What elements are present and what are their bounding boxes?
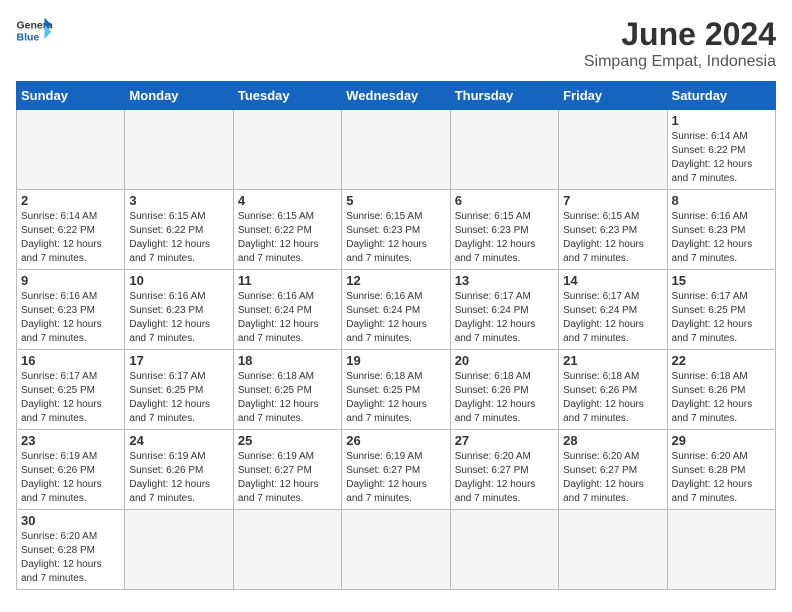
day-15: 15 Sunrise: 6:17 AMSunset: 6:25 PMDaylig… bbox=[667, 270, 775, 350]
week-row-4: 16 Sunrise: 6:17 AMSunset: 6:25 PMDaylig… bbox=[17, 350, 776, 430]
weekday-header-row: Sunday Monday Tuesday Wednesday Thursday… bbox=[17, 82, 776, 110]
day-21: 21 Sunrise: 6:18 AMSunset: 6:26 PMDaylig… bbox=[559, 350, 667, 430]
svg-text:Blue: Blue bbox=[17, 32, 40, 44]
location-title: Simpang Empat, Indonesia bbox=[584, 53, 776, 71]
week-row-6: 30 Sunrise: 6:20 AMSunset: 6:28 PMDaylig… bbox=[17, 510, 776, 590]
day-11: 11 Sunrise: 6:16 AMSunset: 6:24 PMDaylig… bbox=[233, 270, 341, 350]
day-2: 2 Sunrise: 6:14 AMSunset: 6:22 PMDayligh… bbox=[17, 190, 125, 270]
title-area: June 2024 Simpang Empat, Indonesia bbox=[584, 16, 776, 71]
header-thursday: Thursday bbox=[450, 82, 558, 110]
empty-cell bbox=[667, 510, 775, 590]
empty-cell bbox=[559, 110, 667, 190]
day-13: 13 Sunrise: 6:17 AMSunset: 6:24 PMDaylig… bbox=[450, 270, 558, 350]
empty-cell bbox=[125, 110, 233, 190]
day-23: 23 Sunrise: 6:19 AMSunset: 6:26 PMDaylig… bbox=[17, 430, 125, 510]
day-6: 6 Sunrise: 6:15 AMSunset: 6:23 PMDayligh… bbox=[450, 190, 558, 270]
empty-cell bbox=[559, 510, 667, 590]
day-25: 25 Sunrise: 6:19 AMSunset: 6:27 PMDaylig… bbox=[233, 430, 341, 510]
header-tuesday: Tuesday bbox=[233, 82, 341, 110]
day-14: 14 Sunrise: 6:17 AMSunset: 6:24 PMDaylig… bbox=[559, 270, 667, 350]
header-monday: Monday bbox=[125, 82, 233, 110]
day-9: 9 Sunrise: 6:16 AMSunset: 6:23 PMDayligh… bbox=[17, 270, 125, 350]
empty-cell bbox=[17, 110, 125, 190]
day-30: 30 Sunrise: 6:20 AMSunset: 6:28 PMDaylig… bbox=[17, 510, 125, 590]
day-7: 7 Sunrise: 6:15 AMSunset: 6:23 PMDayligh… bbox=[559, 190, 667, 270]
week-row-3: 9 Sunrise: 6:16 AMSunset: 6:23 PMDayligh… bbox=[17, 270, 776, 350]
day-22: 22 Sunrise: 6:18 AMSunset: 6:26 PMDaylig… bbox=[667, 350, 775, 430]
calendar-header: General Blue June 2024 Simpang Empat, In… bbox=[16, 16, 776, 71]
empty-cell bbox=[342, 110, 450, 190]
day-5: 5 Sunrise: 6:15 AMSunset: 6:23 PMDayligh… bbox=[342, 190, 450, 270]
empty-cell bbox=[450, 510, 558, 590]
week-row-2: 2 Sunrise: 6:14 AMSunset: 6:22 PMDayligh… bbox=[17, 190, 776, 270]
month-title: June 2024 bbox=[584, 16, 776, 53]
header-saturday: Saturday bbox=[667, 82, 775, 110]
day-3: 3 Sunrise: 6:15 AMSunset: 6:22 PMDayligh… bbox=[125, 190, 233, 270]
day-28: 28 Sunrise: 6:20 AMSunset: 6:27 PMDaylig… bbox=[559, 430, 667, 510]
day-19: 19 Sunrise: 6:18 AMSunset: 6:25 PMDaylig… bbox=[342, 350, 450, 430]
empty-cell bbox=[125, 510, 233, 590]
week-row-5: 23 Sunrise: 6:19 AMSunset: 6:26 PMDaylig… bbox=[17, 430, 776, 510]
week-row-1: 1 Sunrise: 6:14 AM Sunset: 6:22 PM Dayli… bbox=[17, 110, 776, 190]
day-18: 18 Sunrise: 6:18 AMSunset: 6:25 PMDaylig… bbox=[233, 350, 341, 430]
day-26: 26 Sunrise: 6:19 AMSunset: 6:27 PMDaylig… bbox=[342, 430, 450, 510]
day-12: 12 Sunrise: 6:16 AMSunset: 6:24 PMDaylig… bbox=[342, 270, 450, 350]
empty-cell bbox=[233, 110, 341, 190]
day-20: 20 Sunrise: 6:18 AMSunset: 6:26 PMDaylig… bbox=[450, 350, 558, 430]
empty-cell bbox=[450, 110, 558, 190]
day-16: 16 Sunrise: 6:17 AMSunset: 6:25 PMDaylig… bbox=[17, 350, 125, 430]
day-10: 10 Sunrise: 6:16 AMSunset: 6:23 PMDaylig… bbox=[125, 270, 233, 350]
logo-icon: General Blue bbox=[16, 16, 52, 44]
header-friday: Friday bbox=[559, 82, 667, 110]
header-wednesday: Wednesday bbox=[342, 82, 450, 110]
empty-cell bbox=[233, 510, 341, 590]
day-8: 8 Sunrise: 6:16 AMSunset: 6:23 PMDayligh… bbox=[667, 190, 775, 270]
day-24: 24 Sunrise: 6:19 AMSunset: 6:26 PMDaylig… bbox=[125, 430, 233, 510]
day-17: 17 Sunrise: 6:17 AMSunset: 6:25 PMDaylig… bbox=[125, 350, 233, 430]
day-1: 1 Sunrise: 6:14 AM Sunset: 6:22 PM Dayli… bbox=[667, 110, 775, 190]
logo: General Blue bbox=[16, 16, 52, 44]
day-27: 27 Sunrise: 6:20 AMSunset: 6:27 PMDaylig… bbox=[450, 430, 558, 510]
day-29: 29 Sunrise: 6:20 AMSunset: 6:28 PMDaylig… bbox=[667, 430, 775, 510]
calendar-table: Sunday Monday Tuesday Wednesday Thursday… bbox=[16, 81, 776, 590]
empty-cell bbox=[342, 510, 450, 590]
day-4: 4 Sunrise: 6:15 AMSunset: 6:22 PMDayligh… bbox=[233, 190, 341, 270]
header-sunday: Sunday bbox=[17, 82, 125, 110]
